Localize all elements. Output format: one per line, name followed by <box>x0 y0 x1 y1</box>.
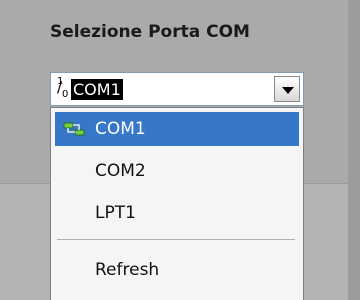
list-item-label: COM2 <box>95 161 146 181</box>
dropdown-list: COM1 COM2 LPT1 Refresh <box>50 107 304 300</box>
list-item-com1[interactable]: COM1 <box>55 112 299 146</box>
list-item-label: Refresh <box>95 260 160 280</box>
panel-edge <box>348 0 360 300</box>
combo-selected-value: COM1 <box>71 79 123 100</box>
menu-separator <box>57 239 295 240</box>
list-item-label: COM1 <box>95 119 146 139</box>
fraction-icon: 1/0 <box>57 76 69 100</box>
list-item-label: LPT1 <box>95 203 136 223</box>
list-item-com2[interactable]: COM2 <box>55 154 299 188</box>
dropdown-button[interactable] <box>274 76 300 102</box>
list-item-refresh[interactable]: Refresh <box>55 253 299 287</box>
network-port-icon <box>63 122 85 136</box>
list-item-lpt1[interactable]: LPT1 <box>55 196 299 230</box>
group-title: Selezione Porta COM <box>50 22 250 42</box>
chevron-down-icon <box>282 87 294 94</box>
com-port-combobox[interactable]: 1/0 COM1 <box>50 72 304 106</box>
